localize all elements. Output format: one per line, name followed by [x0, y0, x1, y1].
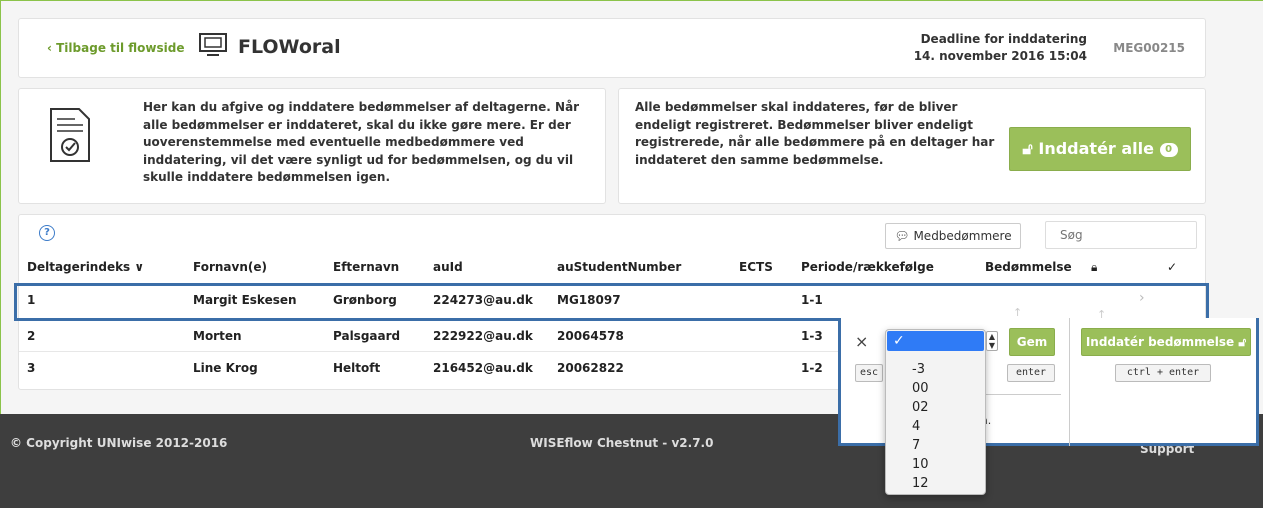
info-card-right: Alle bedømmelser skal inddateres, før de…	[618, 88, 1206, 204]
medbedommere-label: Medbedømmere	[913, 229, 1012, 243]
cell-student-number: 20062822	[557, 361, 624, 375]
count-badge: 0	[1159, 143, 1178, 157]
help-icon[interactable]: ?	[39, 225, 55, 241]
info-text-left: Her kan du afgive og inddatere bedømmels…	[143, 100, 580, 184]
cell-first-name: Line Krog	[193, 361, 258, 375]
column-header[interactable]: auId	[433, 260, 463, 274]
cell-last-name: Palsgaard	[333, 329, 401, 343]
info-card-left: Her kan du afgive og inddatere bedømmels…	[18, 88, 606, 204]
page-title: FLOWoral	[238, 36, 341, 58]
lock-icon: 🔓︎	[1238, 335, 1247, 349]
cell-last-name: Heltoft	[333, 361, 381, 375]
deadline-label: Deadline for inddatering	[920, 32, 1087, 46]
document-check-icon	[50, 108, 90, 162]
divider	[1069, 318, 1070, 446]
screen-icon	[199, 33, 227, 56]
inddater-alle-button[interactable]: 🔓︎ Inddatér alle 0	[1009, 127, 1191, 171]
save-button[interactable]: Gem	[1009, 328, 1055, 356]
cell-period: 1-2	[801, 361, 823, 375]
column-header[interactable]: auStudentNumber	[557, 260, 681, 274]
column-header[interactable]: ECTS	[739, 260, 773, 274]
column-header[interactable]: Fornavn(e)	[193, 260, 267, 274]
dropdown-option[interactable]: 10	[886, 457, 985, 472]
esc-key-hint: esc	[855, 364, 883, 382]
dropdown-option[interactable]: 02	[886, 400, 985, 415]
cell-student-number: 20064578	[557, 329, 624, 343]
chat-icon: 💬︎	[894, 229, 910, 243]
check-column-icon: ✓	[1167, 260, 1178, 274]
info-text-right: Alle bedømmelser skal inddateres, før de…	[635, 100, 995, 167]
header-card: ‹ Tilbage til flowside FLOWoral Deadline…	[18, 18, 1206, 78]
inddater-alle-label: Inddatér alle	[1038, 139, 1154, 158]
lock-column-icon: 🔒︎	[1091, 260, 1098, 274]
dropdown-option[interactable]: -3	[886, 362, 985, 377]
ctrl-enter-key-hint: ctrl + enter	[1115, 364, 1211, 382]
deadline: Deadline for inddatering 14. november 20…	[914, 31, 1087, 65]
cell-first-name: Morten	[193, 329, 242, 343]
select-arrows-icon[interactable]: ▲ ▼	[986, 331, 998, 351]
search-input[interactable]	[1045, 221, 1197, 249]
flow-code: MEG00215	[1113, 41, 1185, 55]
chevron-right-icon[interactable]: ›	[1139, 290, 1145, 306]
column-header[interactable]: Deltagerindeks ∨	[27, 260, 144, 274]
grade-dropdown[interactable]: ✓ -3 00 02 4 7 10 12	[885, 329, 986, 495]
enter-key-hint: enter	[1007, 364, 1055, 382]
divider	[977, 394, 1061, 395]
deadline-value: 14. november 2016 15:04	[913, 49, 1087, 63]
column-header[interactable]: Periode/rækkefølge	[801, 260, 934, 274]
copyright: © Copyright UNIwise 2012-2016	[10, 436, 228, 450]
dropdown-option[interactable]: 4	[886, 419, 985, 434]
dropdown-option[interactable]: 00	[886, 381, 985, 396]
lock-icon: 🔓︎	[1022, 139, 1033, 158]
back-link[interactable]: ‹ Tilbage til flowside	[47, 41, 184, 55]
dropdown-option[interactable]: 7	[886, 438, 985, 453]
cell-index: 2	[27, 329, 36, 343]
column-header[interactable]: Efternavn	[333, 260, 399, 274]
inddater-bedommelse-label: Inddatér bedømmelse	[1085, 335, 1235, 349]
column-header[interactable]: Bedømmelse	[985, 260, 1072, 274]
cell-period: 1-3	[801, 329, 823, 343]
medbedommere-button[interactable]: 💬︎ Medbedømmere	[885, 223, 1021, 249]
version: WISEflow Chestnut - v2.7.0	[530, 436, 714, 450]
cell-index: 3	[27, 361, 36, 375]
cell-auid: 216452@au.dk	[433, 361, 533, 375]
inddater-bedommelse-button[interactable]: Inddatér bedømmelse 🔓︎	[1081, 328, 1251, 356]
selected-row-highlight	[14, 283, 1209, 321]
close-icon[interactable]: ×	[855, 332, 868, 351]
dropdown-option[interactable]: 12	[886, 476, 985, 491]
dropdown-option-selected[interactable]: ✓	[887, 331, 984, 351]
cell-auid: 222922@au.dk	[433, 329, 533, 343]
